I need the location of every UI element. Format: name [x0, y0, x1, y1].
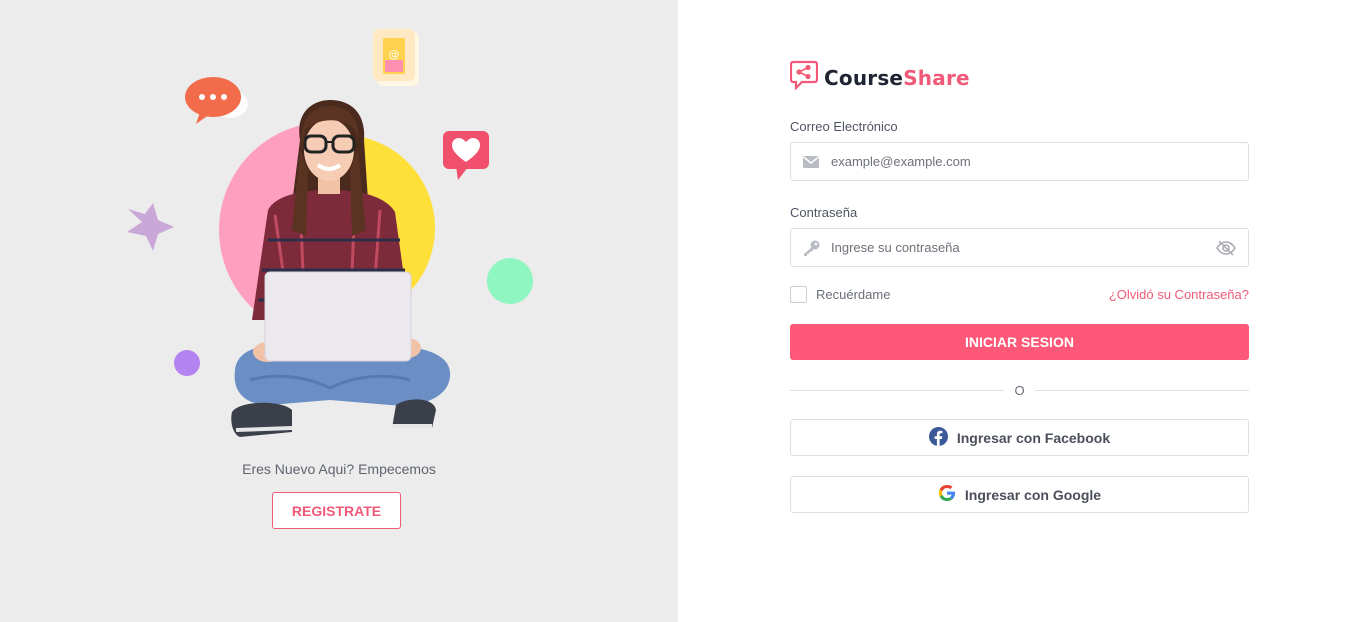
- remember-me[interactable]: Recuérdame: [790, 286, 890, 303]
- login-page: @ Eres Nuevo Aqui? Empecemos REGISTRATE …: [0, 0, 1361, 622]
- star-shape: [127, 203, 174, 251]
- login-button[interactable]: INICIAR SESION: [790, 324, 1249, 360]
- svg-text:@: @: [389, 48, 400, 61]
- password-label: Contraseña: [790, 205, 858, 220]
- eye-slash-icon[interactable]: [1204, 229, 1248, 266]
- divider-line-right: [1034, 389, 1249, 391]
- google-icon: [938, 484, 956, 505]
- right-panel: [678, 0, 1361, 622]
- or-divider: O: [790, 381, 1249, 399]
- remember-label: Recuérdame: [816, 287, 891, 302]
- password-field-wrapper: [790, 228, 1249, 267]
- email-input[interactable]: [831, 143, 1248, 180]
- email-field-wrapper: [790, 142, 1249, 181]
- divider-text: O: [1014, 382, 1025, 398]
- share-chat-icon: [789, 60, 819, 95]
- divider-line-left: [790, 389, 1005, 391]
- student-illustration: @: [127, 29, 533, 437]
- purple-dot: [174, 350, 200, 376]
- brand-name-part1: Course: [824, 65, 904, 90]
- forgot-password-link[interactable]: ¿Olvidó su Contraseña?: [1109, 287, 1249, 302]
- envelope-icon: [791, 143, 831, 180]
- facebook-login-button[interactable]: Ingresar con Facebook: [790, 419, 1249, 456]
- chat-bubble-icon: [185, 77, 248, 124]
- facebook-icon: [928, 426, 948, 449]
- heart-bubble-icon: [443, 131, 489, 180]
- welcome-text: Eres Nuevo Aqui? Empecemos: [242, 461, 436, 477]
- brand-name: CourseShare: [824, 66, 970, 90]
- brand-logo: CourseShare: [789, 60, 970, 95]
- left-panel: @ Eres Nuevo Aqui? Empecemos REGISTRATE: [0, 0, 678, 622]
- laptop-shape: [265, 272, 411, 361]
- remember-checkbox[interactable]: [790, 286, 807, 303]
- key-icon: [791, 229, 831, 266]
- google-login-label: Ingresar con Google: [964, 486, 1102, 503]
- password-input[interactable]: [831, 229, 1204, 266]
- phone-email-icon: @: [373, 29, 419, 86]
- brand-name-part2: Share: [903, 65, 970, 90]
- register-button[interactable]: REGISTRATE: [272, 492, 401, 529]
- email-label: Correo Electrónico: [790, 119, 898, 134]
- green-circle: [487, 258, 533, 304]
- google-login-button[interactable]: Ingresar con Google: [790, 476, 1249, 513]
- facebook-login-label: Ingresar con Facebook: [956, 429, 1111, 446]
